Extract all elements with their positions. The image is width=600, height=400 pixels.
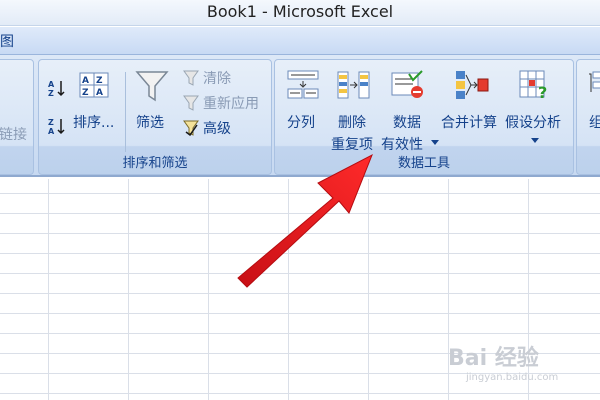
watermark-text: Bai 经验 [448,346,539,371]
watermark-sub: jingyan.baidu.com [466,372,559,383]
watermark: Bai 经验 jingyan.baidu.com [448,340,558,383]
